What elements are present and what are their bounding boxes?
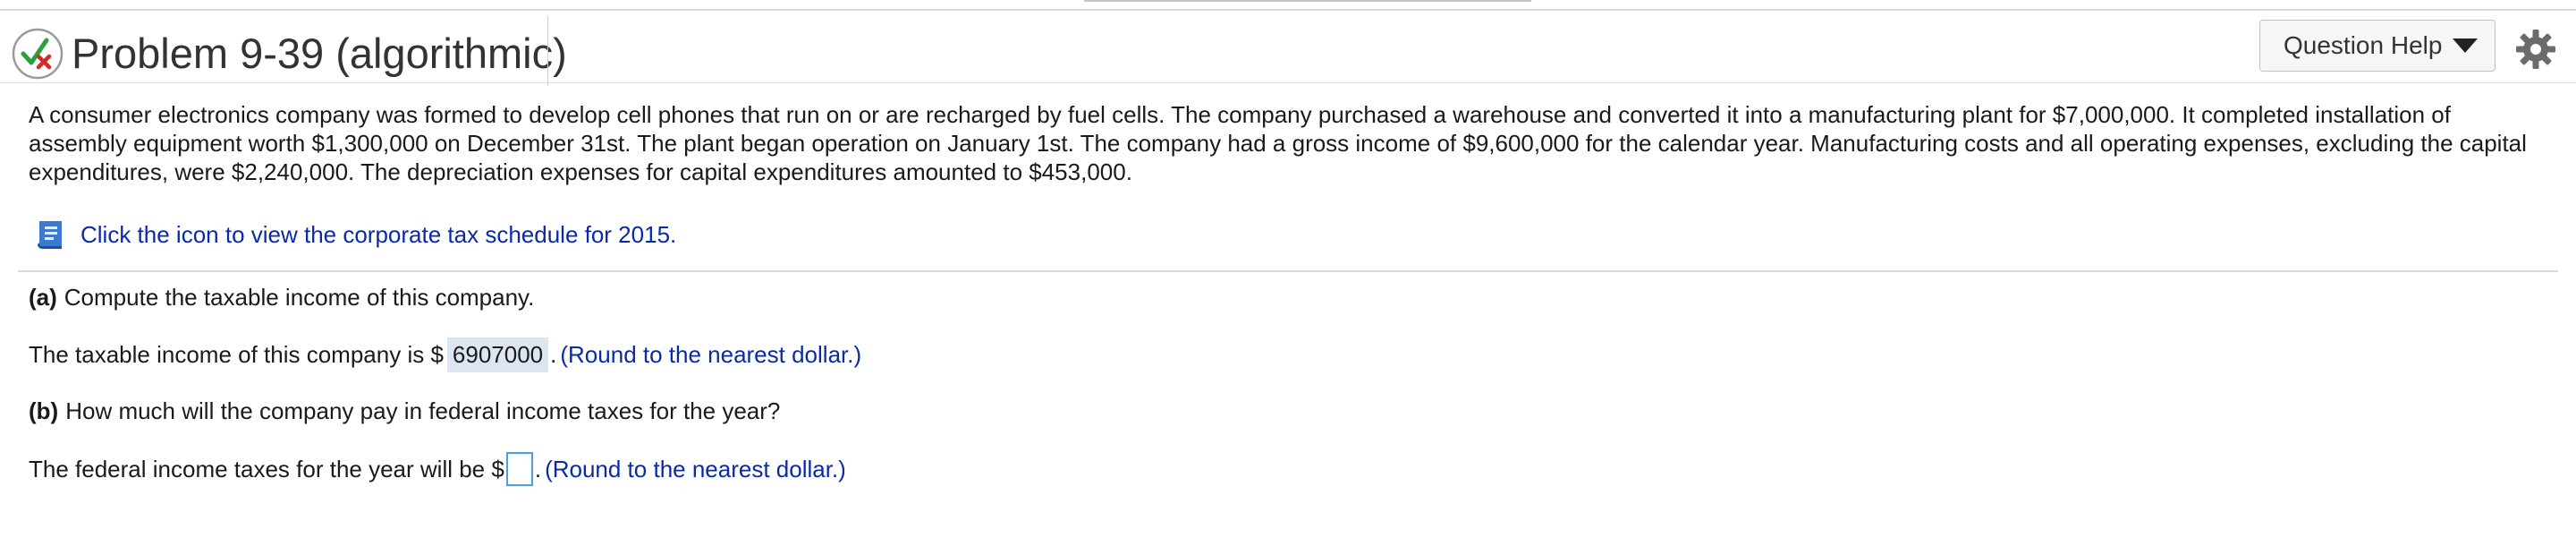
problem-statement: A consumer electronics company was forme… bbox=[29, 101, 2527, 185]
part-a-question-text: Compute the taxable income of this compa… bbox=[64, 283, 535, 311]
part-a-question: (a) Compute the taxable income of this c… bbox=[29, 280, 534, 314]
part-b-question-text: How much will the company pay in federal… bbox=[65, 397, 781, 424]
page-title: Problem 9-39 (algorithmic) bbox=[72, 30, 567, 77]
taxable-income-answer[interactable]: 6907000 bbox=[446, 337, 549, 372]
part-b-answer-suffix: . bbox=[534, 455, 542, 482]
part-a-answer-suffix: . bbox=[550, 340, 557, 368]
question-help-button[interactable]: Question Help bbox=[2259, 20, 2496, 72]
part-a-tag: (a) bbox=[29, 283, 57, 311]
caret-down-icon bbox=[2453, 38, 2479, 53]
part-a-rounding-hint: (Round to the nearest dollar.) bbox=[560, 340, 862, 368]
title-divider bbox=[547, 16, 548, 86]
part-b-answer-line: The federal income taxes for the year wi… bbox=[29, 449, 846, 489]
part-a-answer-line: The taxable income of this company is $ … bbox=[29, 335, 861, 374]
header: Problem 9-39 (algorithmic) Question Help bbox=[0, 11, 2576, 86]
tax-schedule-link[interactable]: Click the icon to view the corporate tax… bbox=[80, 221, 676, 249]
tax-schedule-link-row[interactable]: Click the icon to view the corporate tax… bbox=[32, 215, 676, 254]
gear-icon[interactable] bbox=[2515, 29, 2556, 70]
part-b-question: (b) How much will the company pay in fed… bbox=[29, 394, 780, 428]
top-tab-indicator bbox=[1084, 0, 1531, 2]
part-b-rounding-hint: (Round to the nearest dollar.) bbox=[545, 455, 846, 482]
section-divider bbox=[18, 270, 2558, 272]
federal-tax-input[interactable] bbox=[505, 452, 533, 486]
part-b-answer-prefix: The federal income taxes for the year wi… bbox=[29, 455, 504, 482]
part-a-answer-prefix: The taxable income of this company is $ bbox=[29, 340, 444, 368]
book-icon[interactable] bbox=[32, 217, 68, 252]
question-help-label: Question Help bbox=[2284, 31, 2443, 59]
part-b-tag: (b) bbox=[29, 397, 59, 424]
check-x-icon bbox=[12, 28, 64, 80]
